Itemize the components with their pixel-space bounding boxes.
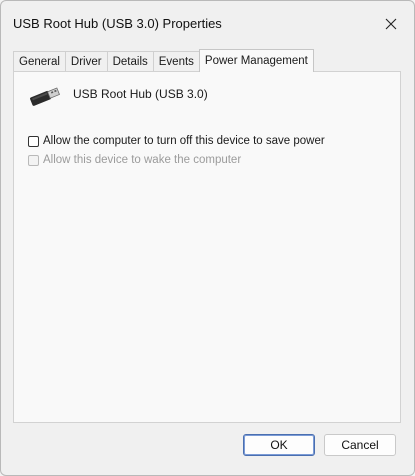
device-name: USB Root Hub (USB 3.0) [73,87,208,101]
tab-details[interactable]: Details [106,51,154,71]
title-bar: USB Root Hub (USB 3.0) Properties [1,1,414,45]
close-button[interactable] [378,13,404,35]
window-title: USB Root Hub (USB 3.0) Properties [13,16,222,31]
tab-power-management[interactable]: Power Management [198,49,314,72]
usb-connector-icon [30,87,60,106]
cancel-button[interactable]: Cancel [324,434,396,456]
tab-driver[interactable]: Driver [64,51,108,71]
power-management-panel: USB Root Hub (USB 3.0) Allow the compute… [13,71,401,423]
allow-power-off-label: Allow the computer to turn off this devi… [43,135,325,147]
tab-events[interactable]: Events [152,51,200,71]
allow-wake-label: Allow this device to wake the computer [43,154,242,166]
allow-wake-option: Allow this device to wake the computer [28,152,241,168]
properties-dialog: USB Root Hub (USB 3.0) Properties Genera… [0,0,415,476]
allow-power-off-option[interactable]: Allow the computer to turn off this devi… [28,133,325,149]
allow-power-off-checkbox[interactable] [28,135,39,147]
ok-button[interactable]: OK [243,434,315,456]
allow-wake-checkbox [28,154,39,166]
close-icon [385,18,397,30]
tab-general[interactable]: General [13,51,66,71]
tab-strip: General Driver Details Events Power Mana… [13,49,314,72]
